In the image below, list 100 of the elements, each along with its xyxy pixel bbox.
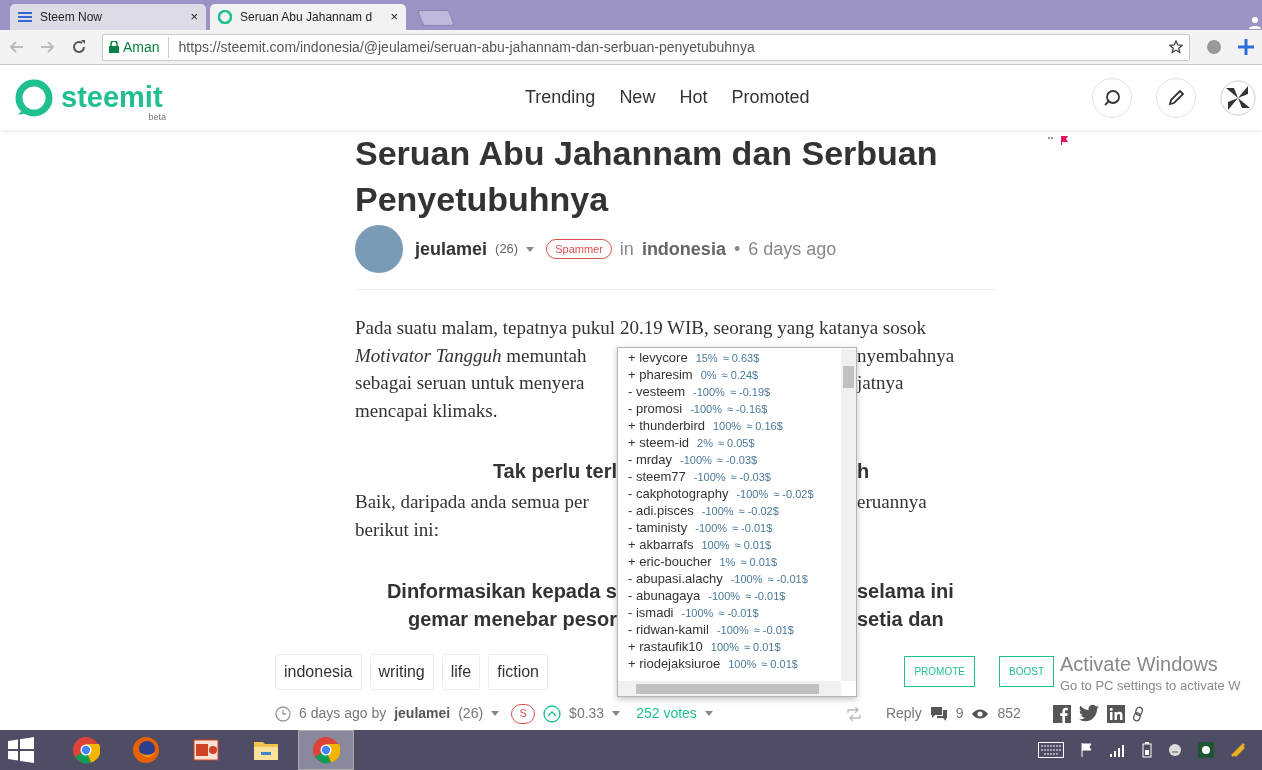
vote-percent: 100% — [710, 640, 739, 655]
windows-start-icon[interactable] — [8, 737, 34, 763]
voter-name[interactable]: - cakphotography — [628, 485, 729, 502]
battery-icon[interactable] — [1142, 742, 1152, 758]
vote-value: ≈ -0.01$ — [718, 606, 759, 621]
heading-text: setia dan — [857, 606, 945, 632]
voter-name[interactable]: - steem77 — [628, 468, 686, 485]
paragraph-text: mencapai klimaks. — [355, 398, 498, 423]
vote-value: ≈ -0.16$ — [727, 402, 768, 417]
author-link[interactable]: jeulamei — [415, 235, 488, 263]
facebook-icon[interactable] — [1052, 704, 1071, 723]
vote-value: ≈ -0.02$ — [738, 504, 779, 519]
vote-percent: 2% — [697, 436, 713, 451]
user-icon — [1248, 16, 1262, 30]
voter-name[interactable]: + thunderbird — [628, 417, 705, 434]
tray-app-icon[interactable] — [1198, 742, 1214, 758]
nav-link[interactable]: Promoted — [731, 84, 810, 111]
close-button[interactable]: × — [190, 7, 198, 27]
voter-name[interactable]: - adi.pisces — [628, 502, 694, 519]
browser-icon — [312, 736, 340, 764]
voter-name[interactable]: - abupasi.alachy — [628, 570, 723, 587]
horizontal-scrollbar[interactable] — [618, 681, 841, 696]
heading-text: Tak perlu terl — [491, 459, 617, 485]
browser-icon — [132, 736, 160, 764]
lock-icon — [109, 41, 119, 53]
signal-icon[interactable] — [1110, 743, 1126, 757]
voter-name[interactable]: + steem-id — [628, 434, 690, 451]
tag-link[interactable]: indonesia — [275, 653, 362, 690]
flag-icon[interactable] — [1080, 743, 1094, 757]
twitter-icon[interactable] — [1078, 705, 1099, 722]
voter-name[interactable]: - taministy — [628, 519, 688, 536]
tag-link[interactable]: writing — [369, 653, 434, 690]
vertical-scrollbar[interactable] — [841, 349, 856, 681]
caret-icon[interactable] — [491, 711, 500, 716]
vote-value: ≈ 0.01$ — [734, 538, 772, 553]
voter-name[interactable]: - vesteem — [628, 383, 686, 400]
voter-name[interactable]: + akbarrafs — [628, 536, 694, 553]
category-link[interactable]: indonesia — [641, 235, 726, 263]
author-link[interactable]: jeulamei — [394, 703, 451, 724]
vote-value: ≈ -0.03$ — [730, 470, 771, 485]
address-bar[interactable]: Aman https://steemit.com/indonesia/@jeulamei/seruan-abu-jahannam-dan-serbuan-penyetubuhnya — [102, 33, 1190, 61]
flag-icon[interactable] — [1047, 135, 1069, 145]
voter-name[interactable]: - abunagaya — [628, 587, 701, 604]
reputation: (26) — [458, 704, 484, 723]
vote-percent: 1% — [719, 555, 736, 570]
tag-link[interactable]: fiction — [488, 653, 548, 690]
voter-name[interactable]: - mrday — [628, 451, 673, 468]
nav-link[interactable]: Hot — [679, 84, 708, 111]
voter-name[interactable]: - ismadi — [628, 604, 674, 621]
post-title: Seruan Abu Jahannam dan Serbuan Penyetubuhnya — [355, 133, 939, 220]
paragraph-text: jatnya — [857, 371, 905, 396]
vote-percent: 15% — [695, 351, 718, 366]
vote-percent: -100% — [680, 453, 712, 468]
extension-icon[interactable] — [1206, 39, 1222, 55]
browser-tab[interactable]: Seruan Abu Jahannam d × — [210, 4, 406, 30]
nav-link[interactable]: Trending — [525, 84, 596, 111]
vote-percent: 100% — [701, 538, 730, 553]
caret-icon[interactable] — [612, 711, 621, 716]
voter-name[interactable]: + levycore — [628, 349, 688, 366]
caret-icon[interactable] — [526, 246, 535, 252]
voter-name[interactable]: + eric-boucher — [628, 553, 712, 570]
vote-percent: -100% — [681, 606, 714, 621]
nav-link[interactable]: New — [619, 84, 656, 111]
voter-name[interactable]: + rastaufik10 — [628, 638, 703, 655]
vote-percent: 100% — [728, 657, 757, 672]
vote-value: ≈ 0.05$ — [717, 436, 755, 451]
voter-name[interactable]: + riodejaksiuroe — [628, 655, 721, 672]
star-icon[interactable] — [1169, 40, 1183, 54]
vote-percent: -100% — [736, 487, 769, 502]
linkedin-icon[interactable] — [1106, 704, 1125, 723]
pencil-icon — [1167, 88, 1185, 107]
paragraph-text: Motivator Tangguh memuntah — [355, 343, 588, 368]
voter-name[interactable]: - ridwan-kamil — [628, 621, 709, 638]
comments-icon[interactable] — [929, 705, 948, 722]
caret-icon[interactable] — [704, 711, 713, 716]
url-text: https://steemit.com/indonesia/@jeulamei/seruan-abu-jahannam-dan-serbuan-penyetubuhnya — [178, 37, 756, 57]
tag-link[interactable]: life — [441, 653, 481, 690]
separator: • — [733, 237, 741, 261]
voter-name[interactable]: + pharesim — [628, 366, 693, 383]
steemit-favicon — [218, 10, 232, 24]
avatar[interactable] — [355, 225, 403, 273]
link-icon[interactable] — [1132, 705, 1143, 722]
vote-value: ≈ 0.01$ — [743, 640, 781, 655]
vote-value: ≈ -0.01$ — [753, 623, 794, 638]
edit-button[interactable] — [1156, 77, 1196, 118]
post-time: 6 days ago by — [299, 704, 387, 723]
close-button[interactable]: × — [390, 7, 398, 27]
search-button[interactable] — [1092, 77, 1132, 118]
reload-icon[interactable] — [72, 40, 86, 54]
keyboard-icon[interactable] — [1038, 742, 1064, 758]
vote-percent: -100% — [730, 572, 763, 587]
reply-link[interactable]: Reply — [885, 703, 922, 724]
browser-tab[interactable]: Steem Now × — [10, 4, 206, 30]
vote-value: ≈ -0.02$ — [773, 487, 814, 502]
browser-icon — [72, 736, 100, 764]
paragraph-text: Baik, daripada anda semua per — [355, 490, 590, 515]
voter-name[interactable]: - promosi — [628, 400, 683, 417]
logo-mark-icon — [15, 78, 53, 117]
payout: $0.33 — [569, 704, 605, 723]
heading-text: h — [857, 459, 871, 485]
